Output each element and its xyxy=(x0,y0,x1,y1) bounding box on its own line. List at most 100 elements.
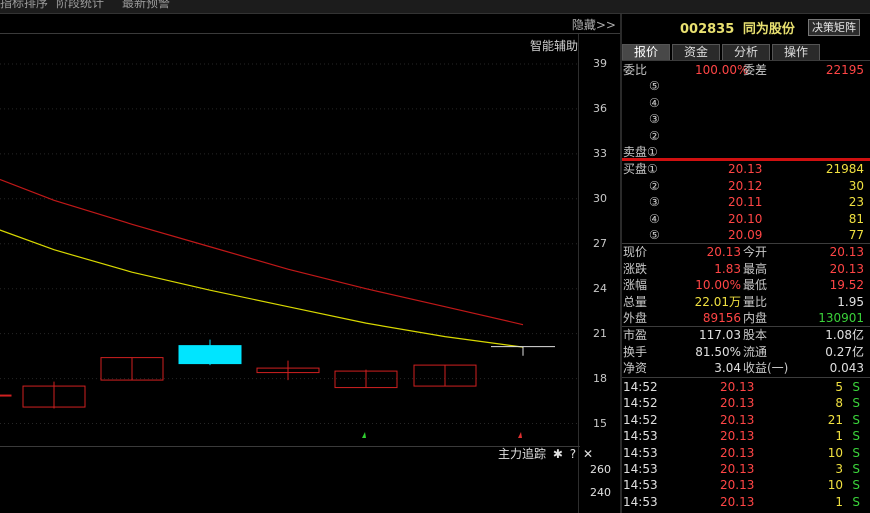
quote-row: 涨跌 1.83 最高 20.13 xyxy=(623,261,868,278)
quote-label: 涨幅 xyxy=(623,278,648,292)
tick-side: S xyxy=(852,462,860,476)
ask-level-label: ⑤ xyxy=(649,79,660,93)
fundamental-label: 股本 xyxy=(743,328,768,342)
divider xyxy=(622,60,870,61)
tick-volume: 10 xyxy=(827,445,843,460)
fundamental-row: 净资 3.04 收益(一) 0.043 xyxy=(623,360,868,377)
bid-price: 20.11 xyxy=(728,195,763,209)
gear-icon[interactable]: ✱ xyxy=(553,447,563,461)
quote-label: 现价 xyxy=(623,245,648,259)
candlestick-chart[interactable] xyxy=(0,34,578,446)
tab-latest-alerts[interactable]: 最新预警 xyxy=(122,0,170,11)
tab-quote[interactable]: 报价 xyxy=(622,44,670,60)
bid-price: 20.12 xyxy=(728,178,763,193)
quote-label: 量比 xyxy=(743,294,768,309)
quote-value: 130901 xyxy=(818,311,864,325)
quote-value: 1.83 xyxy=(714,261,741,276)
ask-row: ③ xyxy=(623,111,868,128)
fundamental-row: 市盈 117.03 股本 1.08亿 xyxy=(623,327,868,344)
candle-body xyxy=(0,394,12,397)
order-ratio-row: 委比 100.00% 委差 22195 xyxy=(623,62,868,79)
y-tick-label: 15 xyxy=(593,416,607,430)
quote-row: 现价 20.13 今开 20.13 xyxy=(623,244,868,261)
help-icon[interactable]: ? xyxy=(570,447,576,461)
quote-label: 总量 xyxy=(623,294,648,309)
trade-tick-row: 14:52 20.13 21 S xyxy=(623,412,868,428)
ask-row: ⑤ xyxy=(623,78,868,95)
trade-tick-row: 14:53 20.13 3 S xyxy=(623,461,868,477)
tick-time: 14:53 xyxy=(623,429,658,444)
sub-chart-divider xyxy=(0,446,580,447)
tab-analysis[interactable]: 分析 xyxy=(722,44,770,60)
tab-funds[interactable]: 资金 xyxy=(672,44,720,60)
tab-indicator-sort[interactable]: 指标排序 xyxy=(0,0,48,11)
tick-price: 20.13 xyxy=(720,429,755,444)
tick-time: 14:53 xyxy=(623,462,658,476)
y-axis-divider xyxy=(578,34,579,513)
y-tick-label: 39 xyxy=(593,56,607,70)
fundamental-value: 0.043 xyxy=(829,361,864,375)
quote-row: 总量 22.01万 量比 1.95 xyxy=(623,294,868,311)
quote-label: 最低 xyxy=(743,278,768,292)
bid-volume: 21984 xyxy=(825,162,864,176)
y-tick-label: 18 xyxy=(593,371,607,385)
tick-price: 20.13 xyxy=(720,478,755,493)
main-force-tracking-label[interactable]: 主力追踪 xyxy=(498,447,546,461)
tick-price: 20.13 xyxy=(720,396,755,411)
chart-header: 隐藏>> xyxy=(0,14,620,34)
tick-volume: 21 xyxy=(827,412,843,427)
fundamental-label: 换手 xyxy=(623,344,648,359)
fundamental-label: 净资 xyxy=(623,361,648,375)
quote-value: 89156 xyxy=(702,311,741,325)
trade-tick-row: 14:53 20.13 1 S xyxy=(623,428,868,444)
tick-time: 14:52 xyxy=(623,412,658,427)
tick-time: 14:53 xyxy=(623,494,658,509)
signal-marker xyxy=(362,432,366,438)
bid-row: ⑤ 20.09 77 xyxy=(623,227,868,244)
quote-value: 1.95 xyxy=(837,294,864,309)
tick-price: 20.13 xyxy=(720,445,755,460)
ask-row: ④ xyxy=(623,95,868,112)
tick-volume: 1 xyxy=(835,429,843,444)
tab-stage-stats[interactable]: 阶段统计 xyxy=(56,0,104,11)
decision-matrix-button[interactable]: 决策矩阵 xyxy=(808,19,860,36)
ask-level-label: ③ xyxy=(649,112,660,126)
bid-level-label: ④ xyxy=(649,211,660,226)
stock-title: 002835 同为股份 xyxy=(680,18,795,37)
hide-panel-button[interactable]: 隐藏>> xyxy=(572,16,616,33)
bid-level-label: ② xyxy=(649,178,660,193)
quote-value: 19.52 xyxy=(829,278,864,292)
bid-price: 20.13 xyxy=(728,162,763,176)
quote-value: 22.01万 xyxy=(694,294,741,309)
fundamental-label: 流通 xyxy=(743,344,768,359)
close-icon[interactable]: ✕ xyxy=(583,447,593,461)
y-tick-label: 27 xyxy=(593,236,607,250)
tick-side: S xyxy=(852,445,860,460)
tick-volume: 10 xyxy=(827,478,843,493)
ma-line-red xyxy=(0,178,524,326)
quote-value: 20.13 xyxy=(706,245,741,259)
tick-side: S xyxy=(852,396,860,411)
bid-volume: 81 xyxy=(848,211,864,226)
fundamental-value: 0.27亿 xyxy=(825,344,864,359)
tick-volume: 3 xyxy=(835,462,843,476)
candle-body xyxy=(178,345,242,365)
bid-volume: 23 xyxy=(848,195,864,209)
bid-volume: 30 xyxy=(848,178,864,193)
panel-tabs: 报价 资金 分析 操作 xyxy=(622,44,870,60)
ask-level-label: ② xyxy=(649,128,660,143)
tick-time: 14:52 xyxy=(623,380,658,394)
tick-price: 20.13 xyxy=(720,380,755,394)
fundamental-row: 换手 81.50% 流通 0.27亿 xyxy=(623,344,868,361)
bid-price: 20.10 xyxy=(728,211,763,226)
quote-label: 最高 xyxy=(743,261,768,276)
tick-volume: 5 xyxy=(835,380,843,394)
y-tick-label: 24 xyxy=(593,281,607,295)
ma-line-yellow xyxy=(0,229,524,348)
ask-level-label: ④ xyxy=(649,95,660,110)
bid-level-label: ③ xyxy=(649,195,660,209)
quote-label: 今开 xyxy=(743,245,768,259)
y-tick-label: 30 xyxy=(593,191,607,205)
tab-operation[interactable]: 操作 xyxy=(772,44,820,60)
sub-chart-title: 主力追踪 ✱ ? ✕ xyxy=(495,445,593,462)
